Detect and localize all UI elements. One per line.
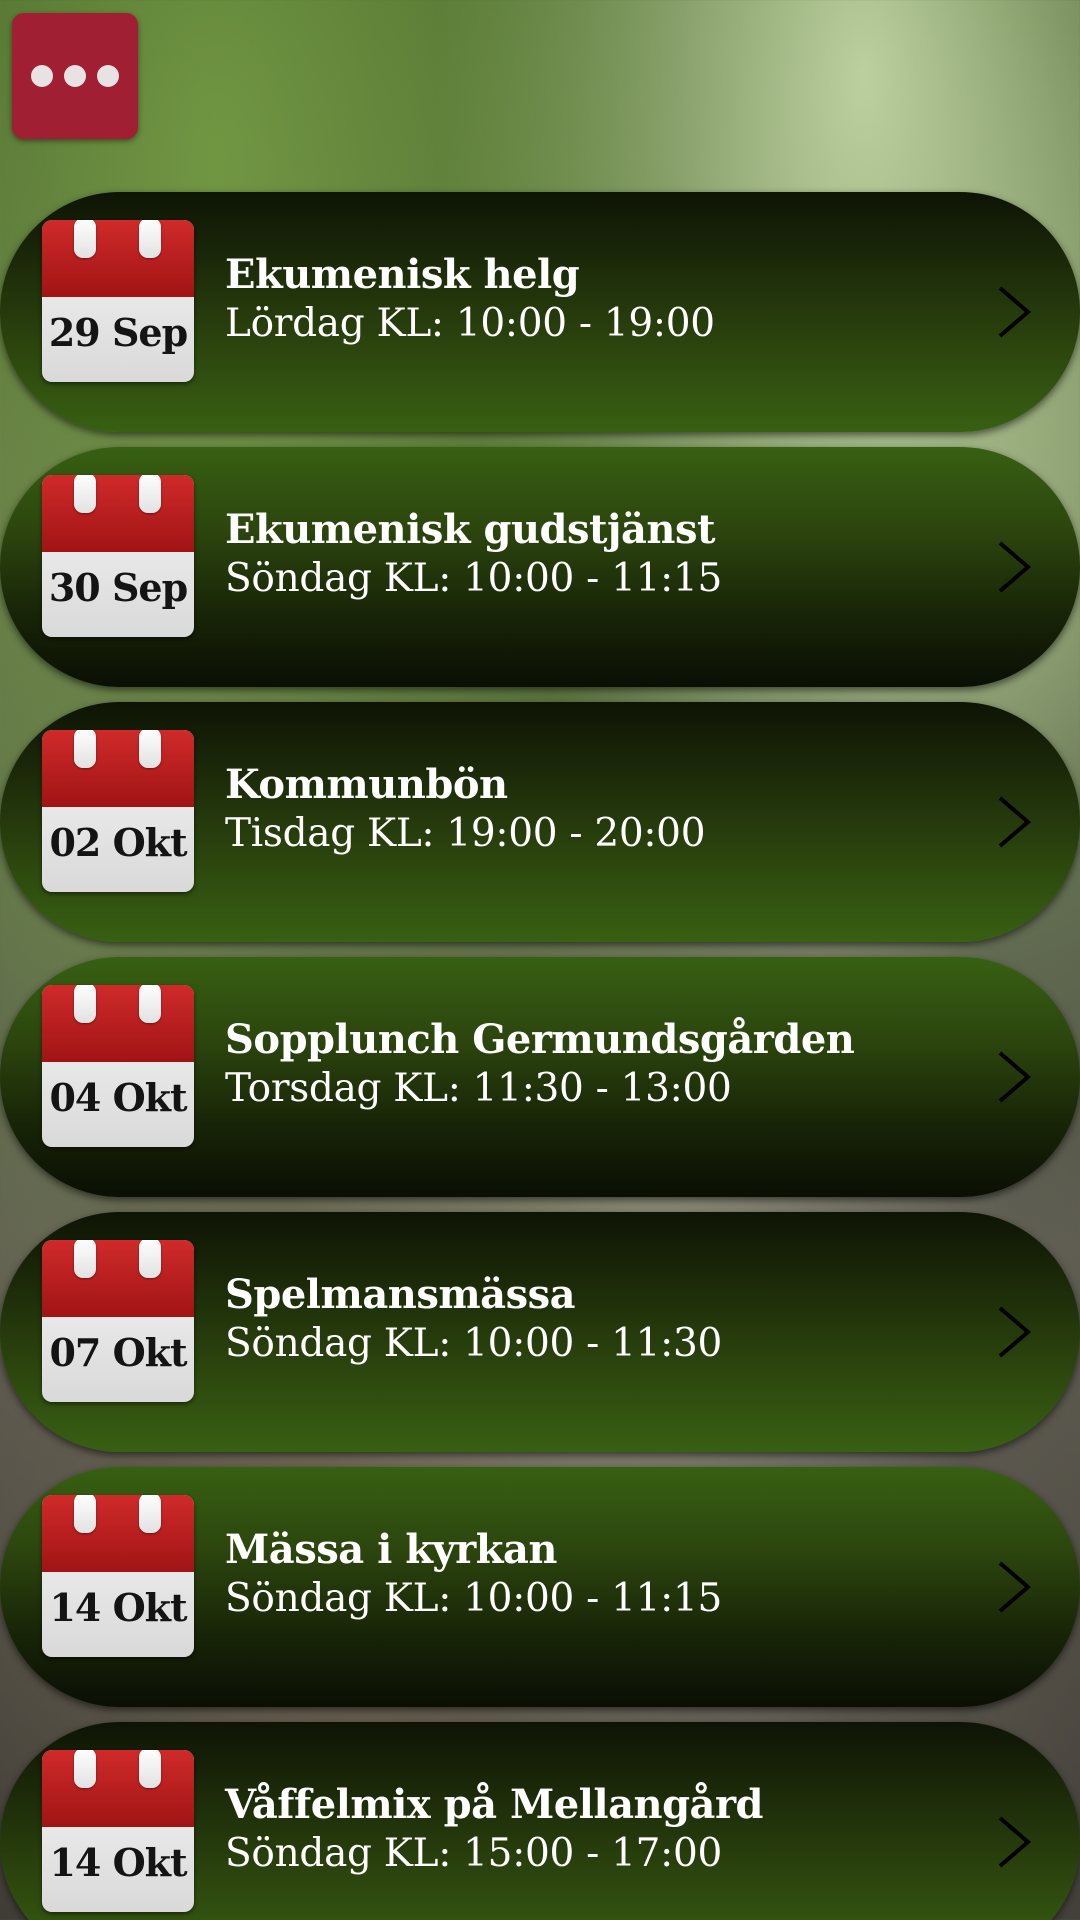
event-time: Söndag KL: 10:00 - 11:15 xyxy=(225,556,723,601)
event-item[interactable]: 04 Okt Sopplunch Germundsgården Torsdag … xyxy=(0,957,1080,1197)
event-date: 04 Okt xyxy=(49,1075,187,1120)
event-item[interactable]: 07 Okt Spelmansmässa Söndag KL: 10:00 - … xyxy=(0,1212,1080,1452)
event-item[interactable]: 14 Okt Mässa i kyrkan Söndag KL: 10:00 -… xyxy=(0,1467,1080,1707)
event-date: 14 Okt xyxy=(49,1585,187,1630)
event-title: Ekumenisk gudstjänst xyxy=(225,506,715,553)
event-date: 14 Okt xyxy=(49,1840,187,1885)
event-time: Söndag KL: 10:00 - 11:15 xyxy=(225,1576,723,1621)
event-title: Sopplunch Germundsgården xyxy=(225,1016,855,1063)
more-dot-icon xyxy=(31,65,53,87)
chevron-right-icon xyxy=(998,1561,1032,1613)
event-time: Torsdag KL: 11:30 - 13:00 xyxy=(225,1066,732,1111)
chevron-right-icon xyxy=(998,1306,1032,1358)
menu-button[interactable] xyxy=(12,13,138,139)
event-time: Lördag KL: 10:00 - 19:00 xyxy=(225,301,715,346)
event-list: 29 Sep Ekumenisk helg Lördag KL: 10:00 -… xyxy=(0,192,1080,1920)
calendar-icon: 04 Okt xyxy=(42,985,194,1147)
event-date: 29 Sep xyxy=(48,310,188,355)
event-title: Ekumenisk helg xyxy=(225,251,580,298)
event-item[interactable]: 02 Okt Kommunbön Tisdag KL: 19:00 - 20:0… xyxy=(0,702,1080,942)
calendar-icon: 02 Okt xyxy=(42,730,194,892)
more-dot-icon xyxy=(97,65,119,87)
event-title: Kommunbön xyxy=(225,761,508,808)
event-date: 02 Okt xyxy=(49,820,187,865)
chevron-right-icon xyxy=(998,1051,1032,1103)
event-date: 07 Okt xyxy=(49,1330,187,1375)
event-title: Våffelmix på Mellangård xyxy=(225,1781,764,1828)
more-dot-icon xyxy=(64,65,86,87)
calendar-icon: 07 Okt xyxy=(42,1240,194,1402)
calendar-icon: 14 Okt xyxy=(42,1750,194,1912)
event-time: Söndag KL: 10:00 - 11:30 xyxy=(225,1321,723,1366)
calendar-icon: 30 Sep xyxy=(42,475,194,637)
event-item[interactable]: 14 Okt Våffelmix på Mellangård Söndag KL… xyxy=(0,1722,1080,1920)
event-date: 30 Sep xyxy=(48,565,188,610)
chevron-right-icon xyxy=(998,541,1032,593)
chevron-right-icon xyxy=(998,1816,1032,1868)
event-title: Spelmansmässa xyxy=(225,1271,576,1318)
event-item[interactable]: 29 Sep Ekumenisk helg Lördag KL: 10:00 -… xyxy=(0,192,1080,432)
calendar-icon: 29 Sep xyxy=(42,220,194,382)
event-time: Tisdag KL: 19:00 - 20:00 xyxy=(225,811,706,856)
event-title: Mässa i kyrkan xyxy=(225,1526,557,1573)
chevron-right-icon xyxy=(998,286,1032,338)
event-item[interactable]: 30 Sep Ekumenisk gudstjänst Söndag KL: 1… xyxy=(0,447,1080,687)
chevron-right-icon xyxy=(998,796,1032,848)
event-time: Söndag KL: 15:00 - 17:00 xyxy=(225,1831,723,1876)
calendar-icon: 14 Okt xyxy=(42,1495,194,1657)
